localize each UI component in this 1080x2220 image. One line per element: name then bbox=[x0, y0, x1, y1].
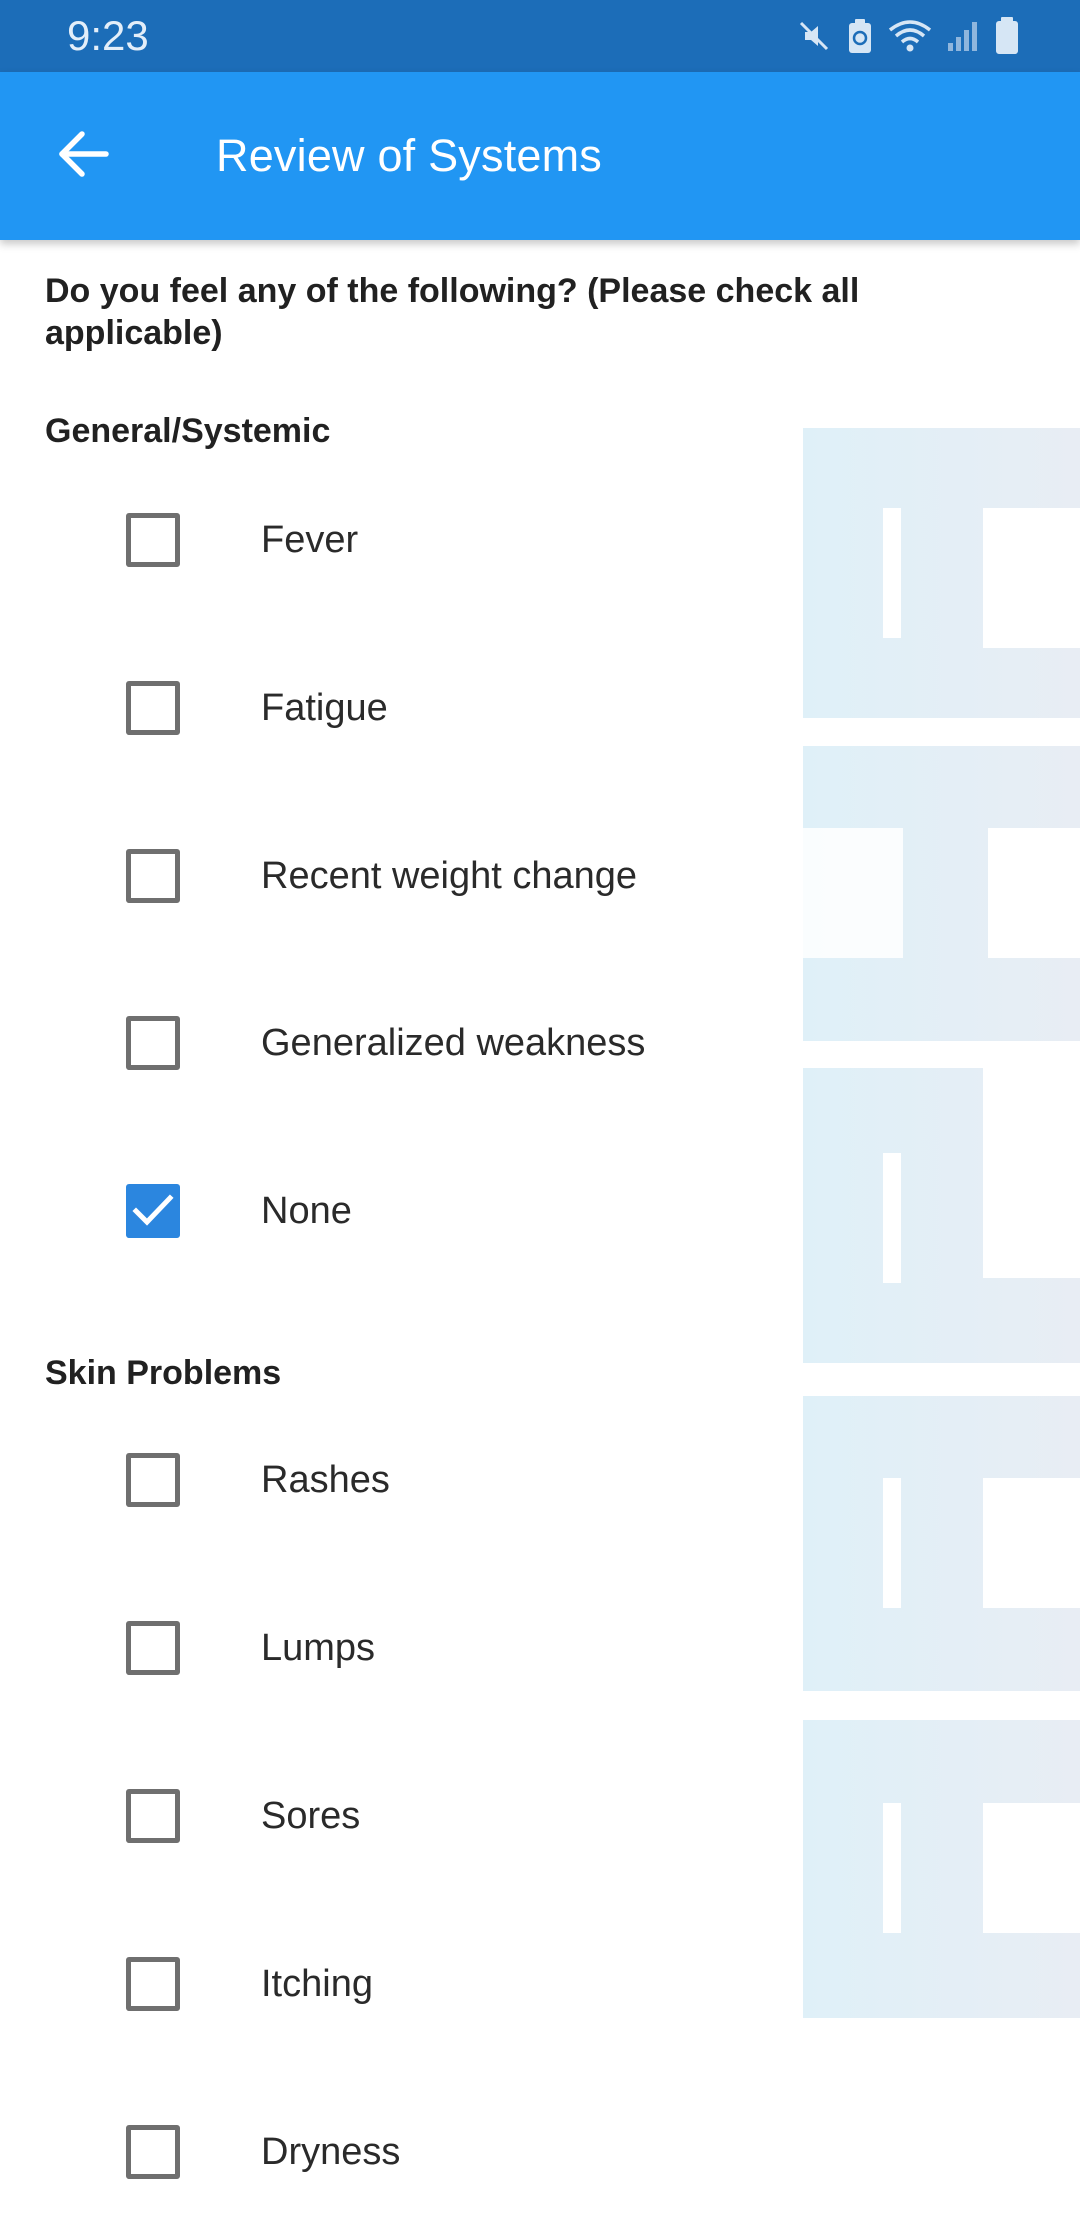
option-label: Generalized weakness bbox=[261, 1022, 646, 1064]
checkbox[interactable] bbox=[126, 849, 180, 903]
option-label: Sores bbox=[261, 1795, 361, 1837]
option-rashes[interactable]: Rashes bbox=[0, 1415, 760, 1545]
battery-saver-icon bbox=[846, 17, 874, 55]
back-button[interactable] bbox=[40, 112, 128, 200]
mute-icon bbox=[796, 18, 832, 54]
watermark-logo bbox=[803, 428, 1080, 2018]
wifi-icon bbox=[888, 18, 932, 54]
page-title: Review of Systems bbox=[216, 130, 603, 181]
option-recent-weight-change[interactable]: Recent weight change bbox=[0, 811, 760, 941]
status-bar: 9:23 bbox=[0, 0, 1080, 72]
app-bar: Review of Systems bbox=[0, 72, 1080, 240]
option-generalized-weakness[interactable]: Generalized weakness bbox=[0, 978, 760, 1108]
checkbox-checked[interactable] bbox=[126, 1184, 180, 1238]
battery-icon bbox=[994, 16, 1020, 56]
option-sores[interactable]: Sores bbox=[0, 1751, 760, 1881]
option-label: Fatigue bbox=[261, 687, 388, 729]
screen: 9:23 Review of Systems Do you feel any o… bbox=[0, 0, 1080, 2220]
option-dryness[interactable]: Dryness bbox=[0, 2087, 760, 2217]
option-fatigue[interactable]: Fatigue bbox=[0, 643, 760, 773]
option-itching[interactable]: Itching bbox=[0, 1919, 760, 2049]
section-title-general: General/Systemic bbox=[45, 412, 331, 450]
option-none[interactable]: None bbox=[0, 1146, 760, 1276]
option-label: None bbox=[261, 1190, 352, 1232]
checkbox[interactable] bbox=[126, 513, 180, 567]
option-label: Recent weight change bbox=[261, 855, 638, 897]
status-icons bbox=[796, 14, 1020, 58]
checkbox[interactable] bbox=[126, 681, 180, 735]
option-lumps[interactable]: Lumps bbox=[0, 1583, 760, 1713]
status-time: 9:23 bbox=[67, 12, 149, 59]
checkbox[interactable] bbox=[126, 1957, 180, 2011]
checkbox[interactable] bbox=[126, 1016, 180, 1070]
checkbox[interactable] bbox=[126, 2125, 180, 2179]
checkbox[interactable] bbox=[126, 1621, 180, 1675]
option-label: Fever bbox=[261, 519, 359, 561]
option-label: Lumps bbox=[261, 1627, 376, 1669]
option-label: Dryness bbox=[261, 2131, 401, 2173]
question-text: Do you feel any of the following? (Pleas… bbox=[45, 272, 860, 352]
cellular-signal-icon bbox=[946, 19, 980, 53]
option-label: Rashes bbox=[261, 1459, 390, 1501]
arrow-back-icon bbox=[56, 126, 112, 187]
option-label: Itching bbox=[261, 1963, 373, 2005]
option-fever[interactable]: Fever bbox=[0, 475, 760, 605]
checkbox[interactable] bbox=[126, 1789, 180, 1843]
section-title-skin-problems: Skin Problems bbox=[45, 1354, 282, 1392]
checkbox[interactable] bbox=[126, 1453, 180, 1507]
